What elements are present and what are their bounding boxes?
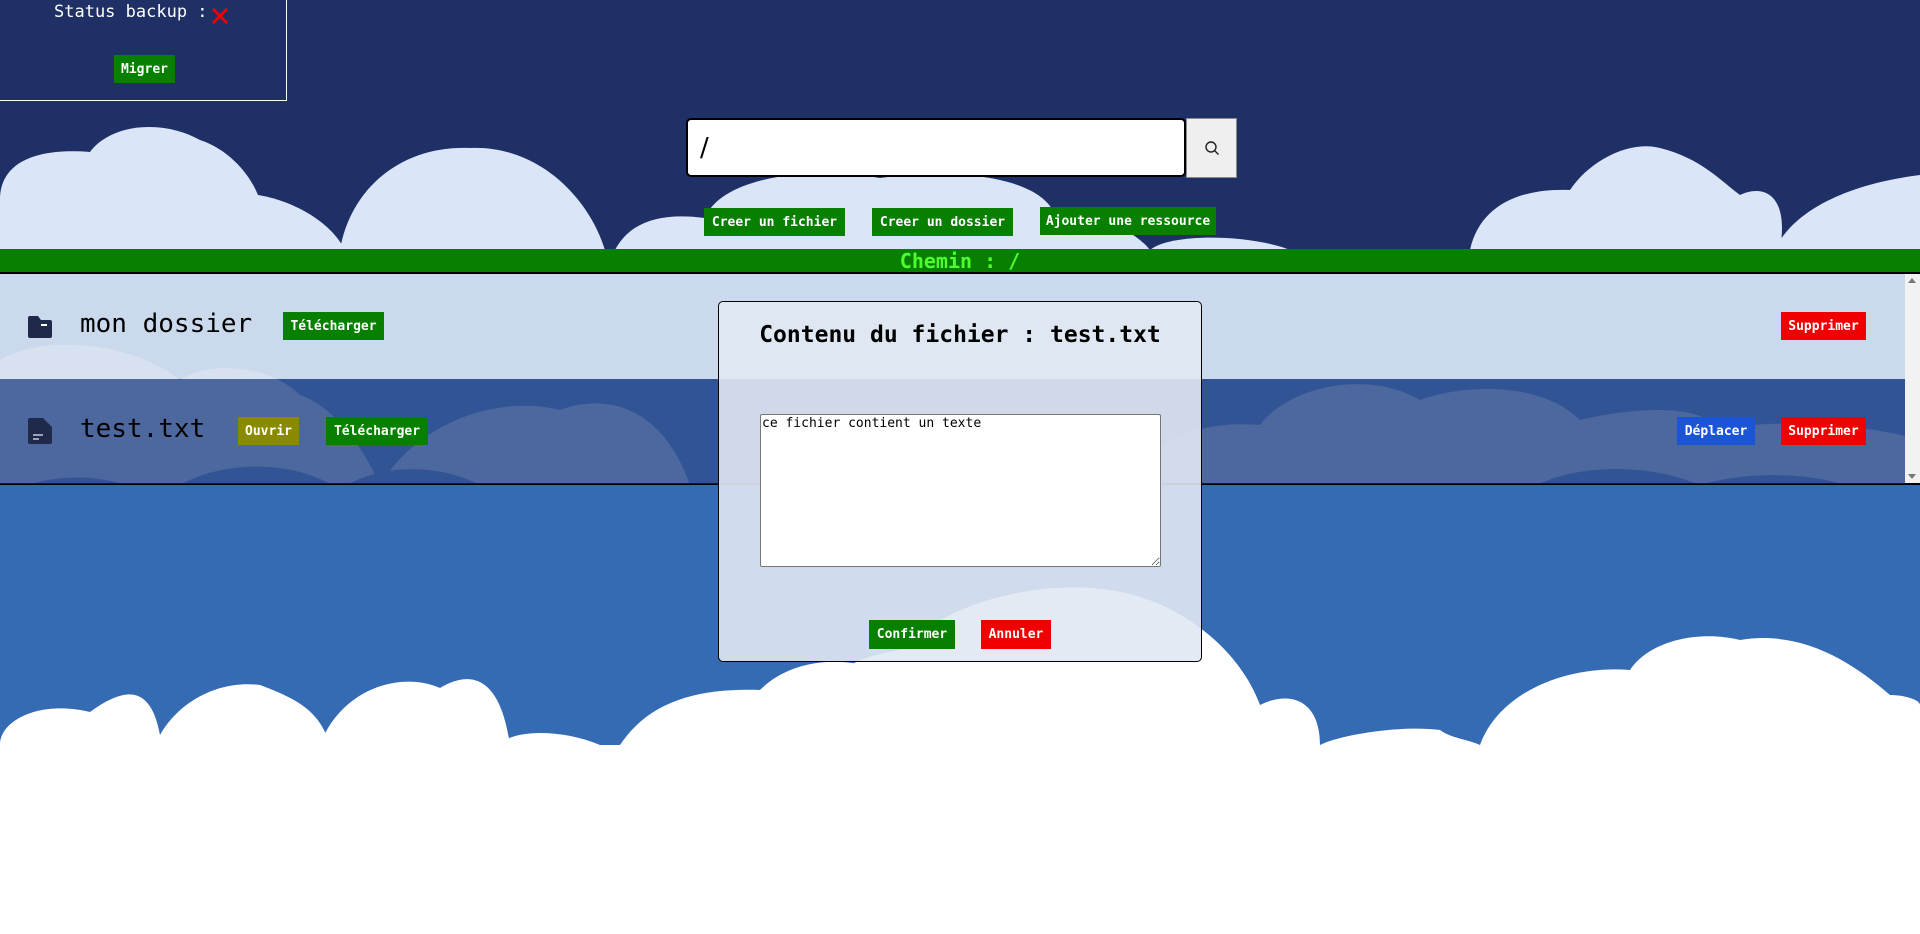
file-content-textarea[interactable]: ce fichier contient un texte bbox=[760, 414, 1161, 567]
create-folder-button[interactable]: Creer un dossier bbox=[872, 208, 1013, 236]
migrate-button[interactable]: Migrer bbox=[114, 55, 175, 83]
backup-status-panel: Status backup : Migrer bbox=[0, 0, 287, 101]
add-resource-button[interactable]: Ajouter une ressource bbox=[1040, 207, 1216, 235]
confirm-button[interactable]: Confirmer bbox=[869, 620, 955, 649]
modal-title: Contenu du fichier : test.txt bbox=[759, 322, 1161, 348]
scroll-down-icon[interactable] bbox=[1908, 474, 1916, 479]
file-name[interactable]: mon dossier bbox=[80, 309, 252, 339]
path-search-input[interactable] bbox=[686, 118, 1186, 177]
cancel-button[interactable]: Annuler bbox=[981, 620, 1051, 649]
download-button[interactable]: Télécharger bbox=[283, 312, 384, 340]
list-scrollbar[interactable] bbox=[1905, 274, 1920, 483]
download-button[interactable]: Télécharger bbox=[326, 417, 428, 445]
create-file-button[interactable]: Creer un fichier bbox=[704, 208, 845, 236]
search-icon bbox=[1204, 141, 1219, 155]
delete-button[interactable]: Supprimer bbox=[1781, 312, 1866, 340]
backup-status-label: Status backup : bbox=[54, 2, 208, 22]
folder-icon bbox=[28, 316, 52, 338]
search-button[interactable] bbox=[1186, 118, 1237, 178]
move-button[interactable]: Déplacer bbox=[1677, 417, 1755, 445]
open-button[interactable]: Ouvrir bbox=[238, 417, 299, 445]
file-icon bbox=[28, 418, 52, 444]
current-path-bar: Chemin : / bbox=[0, 249, 1920, 274]
delete-button[interactable]: Supprimer bbox=[1781, 417, 1866, 445]
scroll-up-icon[interactable] bbox=[1908, 278, 1916, 283]
current-path-label: Chemin : / bbox=[899, 248, 1021, 273]
cross-icon bbox=[212, 8, 228, 24]
file-content-modal: Contenu du fichier : test.txt ce fichier… bbox=[718, 301, 1202, 662]
file-name[interactable]: test.txt bbox=[80, 414, 205, 444]
